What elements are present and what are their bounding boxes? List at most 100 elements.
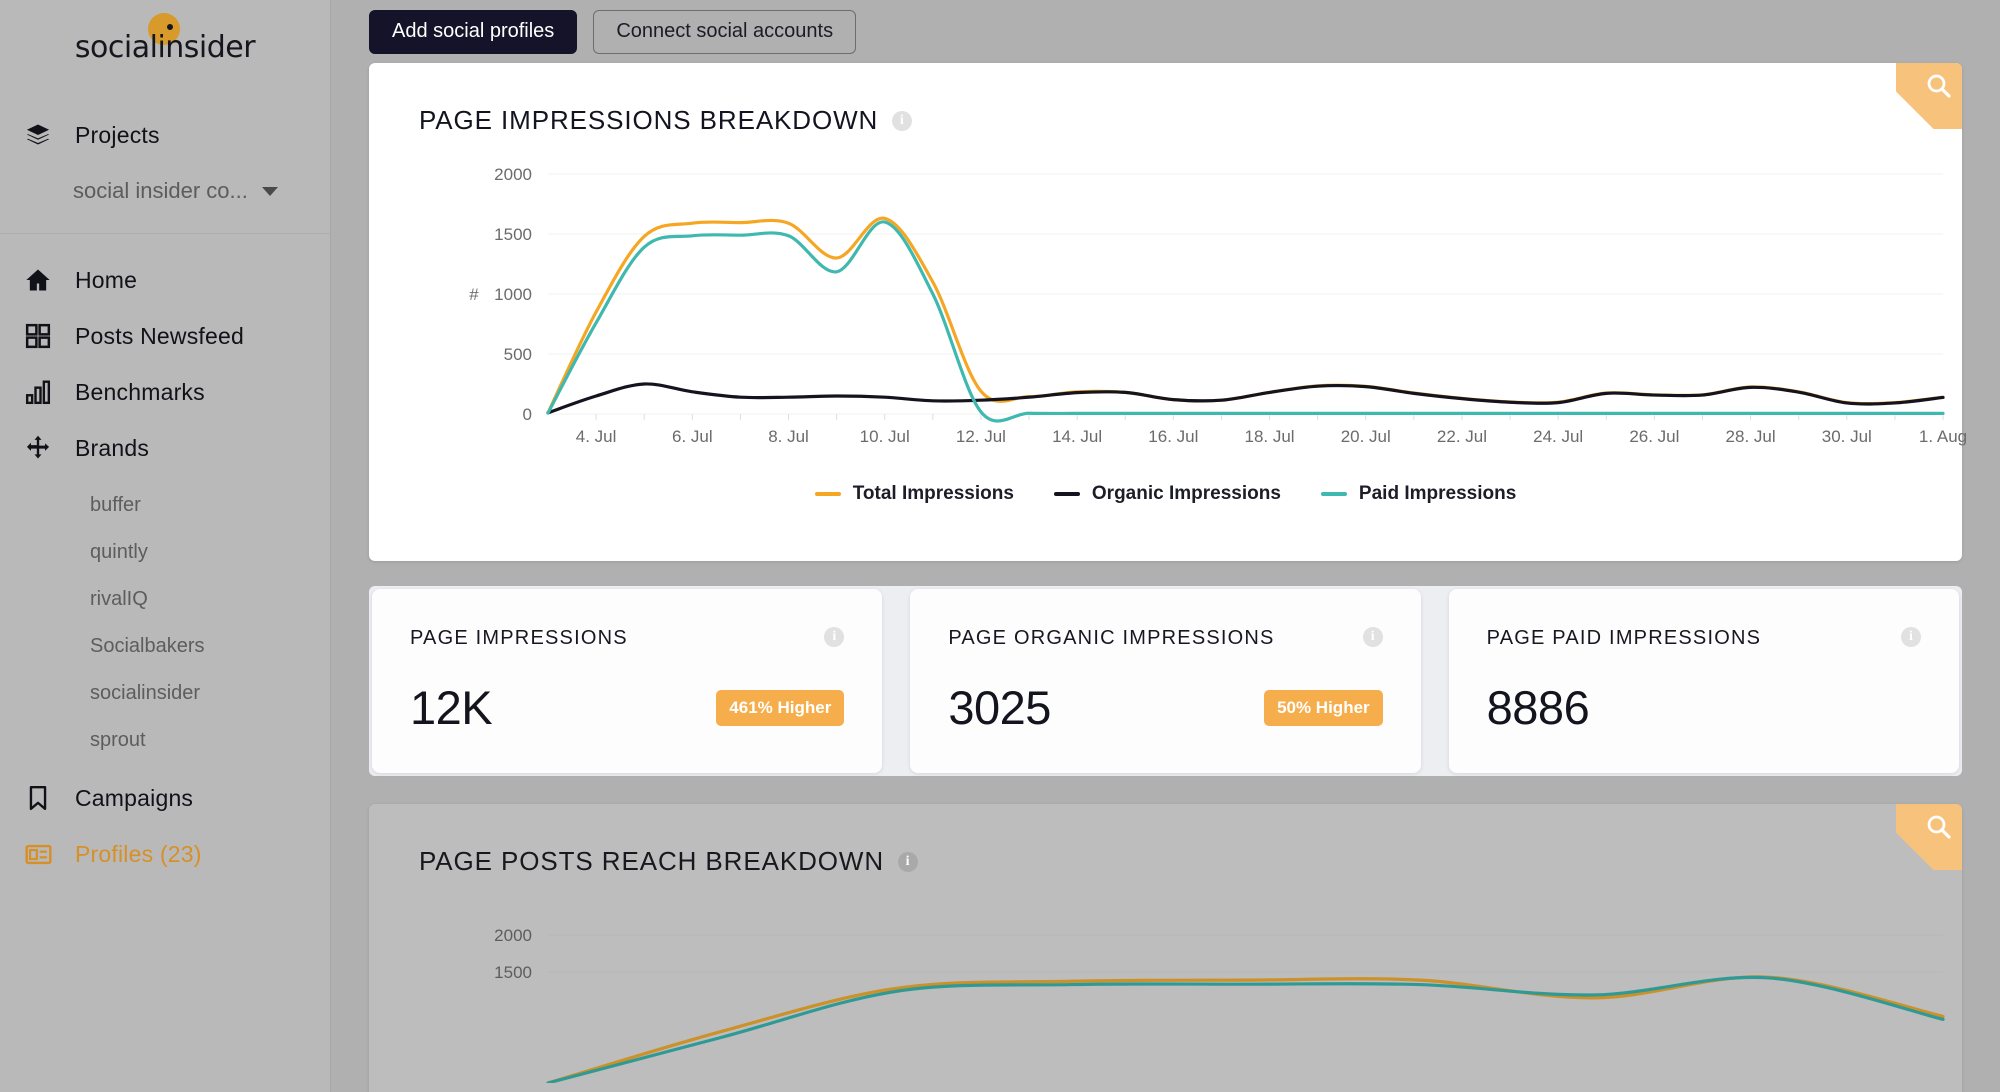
legend-item-total[interactable]: Total Impressions <box>814 483 1014 505</box>
series-line <box>546 216 1945 415</box>
sidebar-item-posts-newsfeed[interactable]: Posts Newsfeed <box>0 308 330 364</box>
legend-label: Total Impressions <box>852 483 1014 504</box>
card-value: 3025 <box>948 681 1051 734</box>
sidebar-brand-buffer[interactable]: buffer <box>0 482 330 529</box>
brand-label: sprout <box>90 729 146 751</box>
info-icon[interactable]: i <box>898 851 918 872</box>
legend-swatch <box>814 492 841 496</box>
metric-card-page-paid-impressions: PAGE PAID IMPRESSIONS i 8886 <box>1448 589 1959 773</box>
sidebar: socialinsider Projects social insider co… <box>0 0 331 1092</box>
grid-icon <box>23 321 53 351</box>
project-selector-value: social insider co... <box>73 178 248 203</box>
sidebar-item-brands[interactable]: Brands <box>0 420 330 476</box>
reach-line-chart: 2000 1500 <box>494 926 1945 1085</box>
info-icon[interactable]: i <box>1900 627 1921 647</box>
project-selector[interactable]: social insider co... <box>0 163 330 219</box>
metric-card-page-organic-impressions: PAGE ORGANIC IMPRESSIONS i 3025 50% High… <box>910 589 1421 773</box>
panel-search-button[interactable] <box>1896 63 1962 129</box>
bar-chart-icon <box>23 377 53 407</box>
card-title: PAGE PAID IMPRESSIONS <box>1486 627 1762 649</box>
card-header: PAGE IMPRESSIONS i <box>410 627 845 650</box>
series-line <box>546 975 1945 1085</box>
sidebar-brand-socialbakers[interactable]: Socialbakers <box>0 623 330 670</box>
legend-item-paid[interactable]: Paid Impressions <box>1320 483 1517 505</box>
legend-swatch <box>1320 492 1347 496</box>
sidebar-item-label: Campaigns <box>75 784 194 811</box>
card-value: 8886 <box>1486 681 1590 734</box>
card-body: 3025 50% Higher <box>948 680 1383 735</box>
search-icon <box>1927 74 1951 98</box>
info-icon[interactable]: i <box>1362 627 1383 647</box>
brand-label: buffer <box>90 494 141 516</box>
sidebar-item-label: Posts Newsfeed <box>75 322 244 349</box>
panel-title: PAGE POSTS REACH BREAKDOWN i <box>369 804 1962 877</box>
x-axis-tick: 20. Jul <box>1341 427 1391 446</box>
y-axis-tick: 0 <box>523 405 532 424</box>
y-axis-tick: 1500 <box>494 225 532 244</box>
app-root: socialinsider Projects social insider co… <box>0 0 2000 1092</box>
chevron-down-icon <box>261 186 278 196</box>
y-axis-tick: 500 <box>504 345 532 364</box>
brand-name: socialinsider <box>74 30 256 65</box>
metric-card-page-impressions: PAGE IMPRESSIONS i 12K 461% Higher <box>372 589 883 773</box>
connect-social-accounts-button[interactable]: Connect social accounts <box>593 9 857 54</box>
sidebar-item-profiles[interactable]: Profiles (23) <box>0 826 330 882</box>
sidebar-item-benchmarks[interactable]: Benchmarks <box>0 364 330 420</box>
sidebar-brand-quintly[interactable]: quintly <box>0 529 330 576</box>
card-header: PAGE ORGANIC IMPRESSIONS i <box>948 627 1383 650</box>
info-icon[interactable]: i <box>892 110 913 131</box>
sidebar-top-nav: Projects social insider co... <box>0 95 330 219</box>
sidebar-item-projects[interactable]: Projects <box>0 107 330 163</box>
x-axis-tick: 16. Jul <box>1148 427 1198 446</box>
legend-swatch <box>1053 492 1080 496</box>
home-icon <box>23 265 53 295</box>
sidebar-item-label: Profiles (23) <box>75 840 202 867</box>
sidebar-brand-socialinsider[interactable]: socialinsider <box>0 670 330 717</box>
legend-label: Organic Impressions <box>1091 483 1281 504</box>
brand-label: socialinsider <box>90 682 201 704</box>
x-axis-tick: 10. Jul <box>860 427 910 446</box>
legend-label: Paid Impressions <box>1358 483 1517 504</box>
main-content: Add social profiles Connect social accou… <box>331 0 2000 1092</box>
series-line <box>546 382 1945 415</box>
sidebar-divider <box>0 233 330 234</box>
x-axis-tick: 14. Jul <box>1052 427 1102 446</box>
sidebar-brand-rivaliq[interactable]: rivalIQ <box>0 576 330 623</box>
series-line <box>546 975 1945 1085</box>
x-axis-tick: 30. Jul <box>1822 427 1872 446</box>
legend-item-organic[interactable]: Organic Impressions <box>1053 483 1281 505</box>
app-logo[interactable]: socialinsider <box>0 0 330 95</box>
sidebar-item-home[interactable]: Home <box>0 252 330 308</box>
brand-label: rivalIQ <box>90 588 148 610</box>
info-icon[interactable]: i <box>824 627 845 647</box>
toolbar: Add social profiles Connect social accou… <box>331 0 2000 63</box>
x-axis-tick: 12. Jul <box>956 427 1006 446</box>
x-axis-tick: 24. Jul <box>1533 427 1583 446</box>
search-icon <box>1927 815 1951 839</box>
profile-card-icon <box>23 839 53 869</box>
brands-icon <box>23 433 53 463</box>
sidebar-brand-sprout[interactable]: sprout <box>0 717 330 764</box>
x-axis-tick: 6. Jul <box>672 427 713 446</box>
x-axis-tick: 26. Jul <box>1629 427 1679 446</box>
x-axis-tick: 22. Jul <box>1437 427 1487 446</box>
panel-title: PAGE IMPRESSIONS BREAKDOWN i <box>369 63 1962 136</box>
add-social-profiles-button[interactable]: Add social profiles <box>369 9 578 54</box>
metric-cards-row: PAGE IMPRESSIONS i 12K 461% Higher PAGE … <box>369 586 1962 776</box>
brand-label: Socialbakers <box>90 635 205 657</box>
y-axis-tick: 1500 <box>494 963 532 982</box>
x-axis-tick: 1. Aug <box>1919 427 1967 446</box>
panel-search-button[interactable] <box>1896 804 1962 870</box>
sidebar-item-label: Brands <box>75 434 150 461</box>
sidebar-item-campaigns[interactable]: Campaigns <box>0 770 330 826</box>
x-axis-tick: 4. Jul <box>576 427 617 446</box>
y-axis-label: # <box>469 285 479 304</box>
y-axis-tick: 2000 <box>494 926 532 945</box>
page-impressions-breakdown-panel: PAGE IMPRESSIONS BREAKDOWN i 0 500 1000 150… <box>369 63 1967 561</box>
layers-icon <box>23 120 53 150</box>
card-value: 12K <box>410 681 493 734</box>
card-body: 12K 461% Higher <box>410 680 845 735</box>
y-axis-tick: 1000 <box>494 285 532 304</box>
bookmark-icon <box>23 783 53 813</box>
status-badge: 50% Higher <box>1264 689 1383 726</box>
